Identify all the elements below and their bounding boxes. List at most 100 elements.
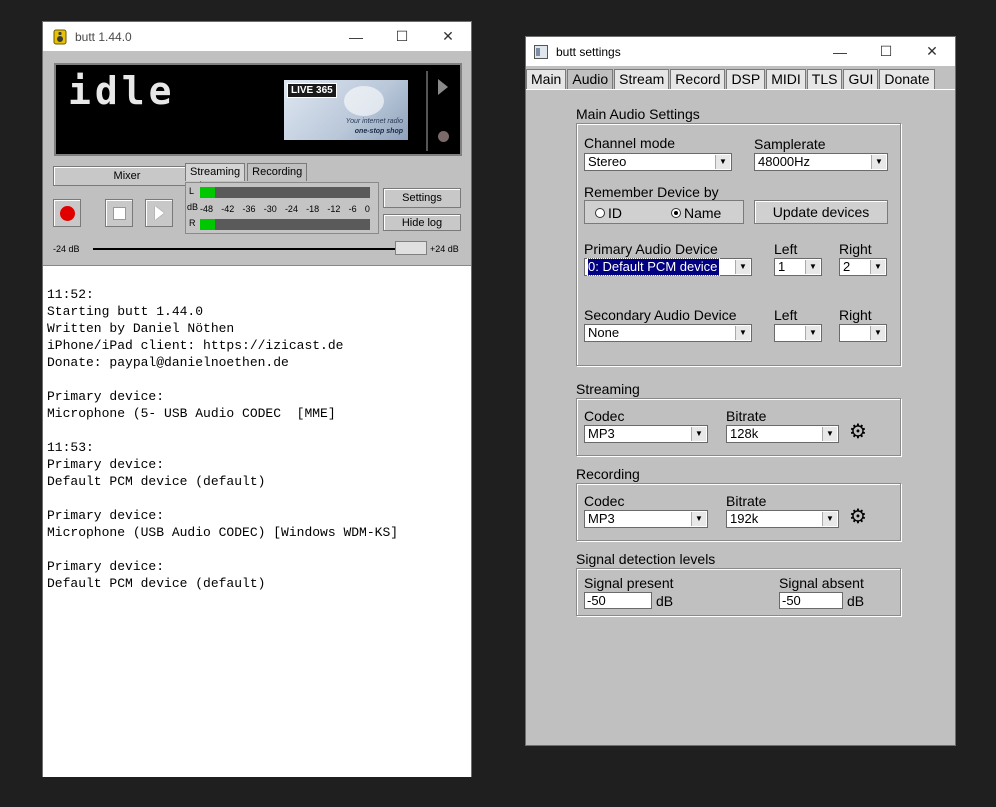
settings-close-button[interactable]: ✕ bbox=[909, 37, 955, 66]
secondary-device-dropdown[interactable]: None ▼ bbox=[584, 324, 752, 342]
meter-tick-label: -48 bbox=[200, 204, 214, 214]
tab-midi[interactable]: MIDI bbox=[766, 69, 806, 89]
tab-dsp[interactable]: DSP bbox=[726, 69, 766, 89]
tab-recording[interactable]: Recording bbox=[247, 163, 308, 181]
log-line: Donate: paypal@danielnoethen.de bbox=[47, 355, 289, 370]
chevron-down-icon: ▼ bbox=[871, 155, 886, 169]
recording-bitrate-label: Bitrate bbox=[726, 493, 767, 509]
minimize-button[interactable]: — bbox=[333, 22, 379, 51]
lcd-status-text: idle bbox=[68, 69, 176, 113]
streaming-bitrate-dropdown[interactable]: 128k ▼ bbox=[726, 425, 839, 443]
recording-section-label: Recording bbox=[576, 466, 640, 482]
recording-codec-dropdown[interactable]: MP3 ▼ bbox=[584, 510, 708, 528]
channel-mode-dropdown[interactable]: Stereo ▼ bbox=[584, 153, 732, 171]
settings-titlebar: butt settings — ☐ ✕ bbox=[526, 37, 955, 66]
settings-maximize-button[interactable]: ☐ bbox=[863, 37, 909, 66]
settings-button[interactable]: Settings bbox=[383, 188, 461, 208]
tab-baseline bbox=[526, 89, 955, 90]
tab-donate[interactable]: Donate bbox=[879, 69, 935, 89]
stop-icon bbox=[112, 206, 126, 220]
remember-device-group: ID Name bbox=[584, 200, 744, 224]
tab-gui[interactable]: GUI bbox=[843, 69, 879, 89]
recording-bitrate-dropdown[interactable]: 192k ▼ bbox=[726, 510, 839, 528]
lcd-divider bbox=[426, 71, 428, 151]
tab-tls[interactable]: TLS bbox=[806, 69, 843, 89]
streaming-codec-label: Codec bbox=[584, 408, 625, 424]
log-line: Primary device: bbox=[47, 389, 165, 404]
recording-codec-settings-gear-icon[interactable]: ⚙ bbox=[849, 507, 867, 527]
butt-app-icon bbox=[53, 29, 67, 44]
radio-off-icon bbox=[595, 208, 605, 218]
meter-scale: -48 -42 -36 -30 -24 -18 -12 -6 0 bbox=[200, 204, 370, 214]
gain-slider-thumb[interactable] bbox=[395, 241, 427, 255]
samplerate-dropdown[interactable]: 48000Hz ▼ bbox=[754, 153, 888, 171]
settings-minimize-button[interactable]: — bbox=[817, 37, 863, 66]
radio-name[interactable]: Name bbox=[671, 205, 721, 221]
chevron-down-icon: ▼ bbox=[870, 260, 885, 274]
secondary-left-dropdown[interactable]: ▼ bbox=[774, 324, 822, 342]
settings-tabs: Main Audio Stream Record DSP MIDI TLS GU… bbox=[526, 69, 936, 89]
chevron-down-icon: ▼ bbox=[822, 427, 837, 441]
secondary-right-dropdown[interactable]: ▼ bbox=[839, 324, 887, 342]
live365-ad-banner[interactable]: LIVE 365 Your internet radio one-stop sh… bbox=[284, 80, 408, 140]
tab-streaming[interactable]: Streaming bbox=[185, 163, 246, 181]
butt-main-window: butt 1.44.0 — ☐ ✕ idle LIVE 365 Your int… bbox=[42, 21, 472, 777]
primary-right-dropdown[interactable]: 2 ▼ bbox=[839, 258, 887, 276]
streaming-bitrate-label: Bitrate bbox=[726, 408, 767, 424]
settings-window-title: butt settings bbox=[556, 44, 621, 59]
tab-stream[interactable]: Stream bbox=[614, 69, 670, 89]
gain-slider-track[interactable] bbox=[93, 248, 423, 250]
maximize-button[interactable]: ☐ bbox=[379, 22, 425, 51]
streaming-codec-dropdown[interactable]: MP3 ▼ bbox=[584, 425, 708, 443]
log-line: iPhone/iPad client: https://izicast.de bbox=[47, 338, 344, 353]
gain-min-label: -24 dB bbox=[53, 244, 80, 254]
level-meter: L dB R -48 -42 -36 -30 -24 -18 -12 -6 0 bbox=[185, 182, 379, 234]
meter-right-fill bbox=[200, 219, 216, 230]
record-button[interactable] bbox=[53, 199, 81, 227]
secondary-device-label: Secondary Audio Device bbox=[584, 307, 737, 323]
play-icon bbox=[154, 206, 164, 220]
meter-right-label: R bbox=[189, 218, 196, 228]
signal-absent-input[interactable]: -50 bbox=[779, 592, 843, 609]
signal-present-unit: dB bbox=[656, 593, 674, 609]
tab-audio[interactable]: Audio bbox=[567, 69, 614, 89]
stop-button[interactable] bbox=[105, 199, 133, 227]
radio-id[interactable]: ID bbox=[595, 205, 622, 221]
ad-logo: LIVE 365 bbox=[287, 83, 337, 98]
log-panel[interactable]: 11:52: Starting butt 1.44.0 Written by Dan… bbox=[43, 265, 471, 777]
meter-left-label: L bbox=[189, 186, 195, 196]
signal-present-input[interactable]: -50 bbox=[584, 592, 652, 609]
chevron-down-icon: ▼ bbox=[691, 427, 706, 441]
log-line: Microphone (USB Audio CODEC) [Windows WD… bbox=[47, 525, 399, 540]
log-line: Starting butt 1.44.0 bbox=[47, 304, 204, 319]
tab-record[interactable]: Record bbox=[670, 69, 726, 89]
meter-tick-label: 0 bbox=[364, 204, 370, 214]
meter-tick-label: -42 bbox=[221, 204, 235, 214]
meter-tick-label: -6 bbox=[348, 204, 357, 214]
settings-window: butt settings — ☐ ✕ Main Audio Stream Re… bbox=[525, 36, 956, 746]
primary-left-dropdown[interactable]: 1 ▼ bbox=[774, 258, 822, 276]
chevron-down-icon: ▼ bbox=[715, 155, 730, 169]
tab-main[interactable]: Main bbox=[526, 69, 567, 89]
play-button[interactable] bbox=[145, 199, 173, 227]
meter-left-fill bbox=[200, 187, 216, 198]
streaming-codec-settings-gear-icon[interactable]: ⚙ bbox=[849, 422, 867, 442]
record-indicator-icon bbox=[438, 131, 449, 142]
chevron-down-icon: ▼ bbox=[735, 326, 750, 340]
hide-log-button[interactable]: Hide log bbox=[383, 214, 461, 231]
settings-app-icon bbox=[534, 44, 548, 59]
close-button[interactable]: ✕ bbox=[425, 22, 471, 51]
chevron-down-icon: ▼ bbox=[870, 326, 885, 340]
primary-device-label: Primary Audio Device bbox=[584, 241, 718, 257]
chevron-down-icon: ▼ bbox=[805, 260, 820, 274]
primary-device-dropdown[interactable]: 0: Default PCM device ▼ bbox=[584, 258, 752, 276]
mixer-button[interactable]: Mixer bbox=[53, 166, 201, 186]
log-line: Primary device: bbox=[47, 559, 165, 574]
update-devices-button[interactable]: Update devices bbox=[754, 200, 888, 224]
meter-tabs: Streaming Recording bbox=[185, 163, 309, 181]
chevron-down-icon: ▼ bbox=[822, 512, 837, 526]
signal-present-label: Signal present bbox=[584, 575, 674, 591]
